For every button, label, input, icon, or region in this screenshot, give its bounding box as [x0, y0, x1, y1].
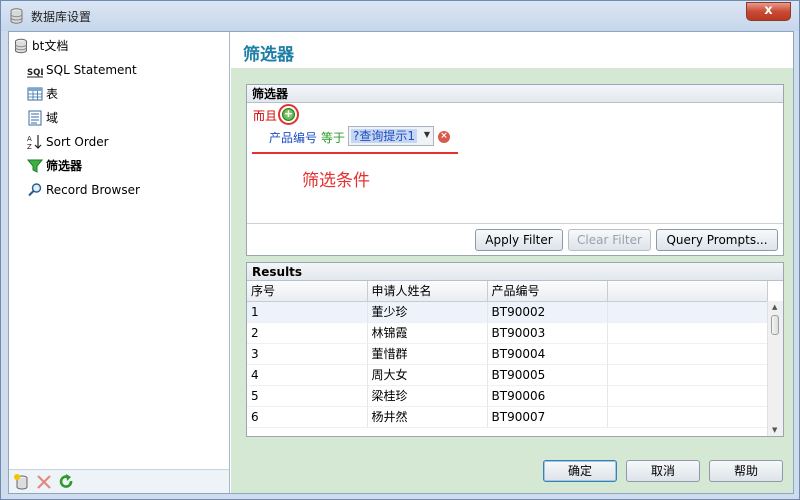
annotation-underline [252, 152, 458, 154]
condition-value-dropdown[interactable]: ?查询提示1 ▼ [348, 126, 434, 146]
dialog-body: bt文档 SQL SQL Statement 表 [8, 31, 794, 494]
and-operator[interactable]: 而且 [253, 107, 277, 124]
svg-text:Z: Z [27, 143, 32, 150]
nav-item-label: SQL Statement [46, 63, 137, 77]
column-header[interactable]: 产品编号 [487, 281, 608, 302]
results-grid[interactable]: 序号 申请人姓名 产品编号 1 董少珍 BT90002 2 林锦霞 BT9000… [247, 281, 783, 436]
cell: 董惜群 [367, 343, 488, 365]
table-row[interactable]: 5 梁桂珍 BT90006 [247, 385, 768, 407]
cell: BT90003 [487, 322, 608, 344]
nav-item-label: Sort Order [46, 135, 109, 149]
filter-page: 筛选器 筛选器 而且 + 产品编号 等于 ?查询提示1 ▼ × 筛选条件 App… [231, 32, 793, 493]
cell-empty [607, 343, 768, 365]
field-icon [28, 110, 42, 126]
database-icon [15, 38, 27, 54]
annotation-text: 筛选条件 [302, 171, 370, 191]
scroll-down-icon[interactable]: ▼ [772, 426, 777, 434]
nav-item-label: Record Browser [46, 183, 140, 197]
table-row[interactable]: 1 董少珍 BT90002 [247, 301, 768, 323]
filter-icon [27, 159, 43, 173]
cell: 周大女 [367, 364, 488, 386]
filter-editor[interactable]: 而且 + 产品编号 等于 ?查询提示1 ▼ × 筛选条件 [247, 103, 783, 224]
magnifier-icon [28, 183, 42, 197]
delete-icon[interactable] [35, 473, 53, 491]
cell: 梁桂珍 [367, 385, 488, 407]
condition-value: ?查询提示1 [351, 129, 418, 143]
vertical-scrollbar[interactable]: ▲ ▼ [767, 301, 783, 436]
cell: 林锦霞 [367, 322, 488, 344]
cell: 1 [247, 301, 368, 323]
svg-text:A: A [27, 135, 32, 143]
column-header-empty [607, 281, 768, 302]
ok-button[interactable]: 确定 [543, 460, 617, 482]
cell: 杨井然 [367, 406, 488, 428]
table-icon [27, 87, 43, 101]
clear-filter-button[interactable]: Clear Filter [568, 229, 651, 251]
dialog-window: 数据库设置 x bt文档 SQL SQL Statement [0, 0, 800, 500]
table-row[interactable]: 3 董惜群 BT90004 [247, 343, 768, 365]
cell: 2 [247, 322, 368, 344]
cell: BT90005 [487, 364, 608, 386]
sort-icon: A Z [27, 135, 42, 150]
group-title: Results [247, 263, 783, 281]
cell: 4 [247, 364, 368, 386]
column-header[interactable]: 申请人姓名 [367, 281, 488, 302]
cell-empty [607, 364, 768, 386]
query-prompts-button[interactable]: Query Prompts... [656, 229, 778, 251]
close-button[interactable]: x [746, 2, 791, 21]
title-bar[interactable]: 数据库设置 x [1, 1, 799, 31]
cell-empty [607, 385, 768, 407]
nav-item-label: 表 [46, 87, 59, 101]
cell: 6 [247, 406, 368, 428]
table-row[interactable]: 6 杨井然 BT90007 [247, 406, 768, 428]
refresh-icon[interactable] [57, 473, 75, 491]
cell-empty [607, 301, 768, 323]
cell: BT90007 [487, 406, 608, 428]
sql-icon: SQL [27, 68, 43, 78]
chevron-down-icon: ▼ [423, 130, 430, 139]
cell: BT90006 [487, 385, 608, 407]
window-title: 数据库设置 [31, 10, 92, 24]
table-row[interactable]: 4 周大女 BT90005 [247, 364, 768, 386]
page-title: 筛选器 [243, 45, 294, 65]
nav-item-label: 筛选器 [46, 159, 83, 173]
cell: 3 [247, 343, 368, 365]
results-group: Results 序号 申请人姓名 产品编号 1 董少珍 BT90002 2 林锦… [246, 262, 784, 437]
cell: 5 [247, 385, 368, 407]
nav-item-label: bt文档 [32, 39, 69, 53]
nav-item-label: 域 [46, 111, 59, 125]
group-title: 筛选器 [247, 85, 783, 103]
nav-toolbar [9, 469, 229, 493]
condition-operator[interactable]: 等于 [321, 129, 345, 146]
column-header[interactable]: 序号 [247, 281, 368, 302]
add-database-icon[interactable] [13, 473, 31, 491]
table-row[interactable]: 2 林锦霞 BT90003 [247, 322, 768, 344]
cell: BT90004 [487, 343, 608, 365]
add-condition-icon[interactable]: + [282, 108, 295, 121]
cell: 董少珍 [367, 301, 488, 323]
condition-field[interactable]: 产品编号 [269, 129, 317, 146]
cell-empty [607, 406, 768, 428]
cell-empty [607, 322, 768, 344]
help-button[interactable]: 帮助 [709, 460, 783, 482]
database-icon [10, 8, 23, 24]
filter-group: 筛选器 而且 + 产品编号 等于 ?查询提示1 ▼ × 筛选条件 Apply F… [246, 84, 784, 256]
scroll-up-icon[interactable]: ▲ [772, 303, 777, 311]
apply-filter-button[interactable]: Apply Filter [475, 229, 563, 251]
remove-condition-icon[interactable]: × [438, 131, 450, 143]
page-header: 筛选器 [231, 32, 793, 68]
settings-nav: bt文档 SQL SQL Statement 表 [9, 32, 230, 493]
scroll-thumb[interactable] [771, 315, 779, 335]
cancel-button[interactable]: 取消 [626, 460, 700, 482]
cell: BT90002 [487, 301, 608, 323]
results-table: 序号 申请人姓名 产品编号 1 董少珍 BT90002 2 林锦霞 BT9000… [247, 281, 768, 428]
